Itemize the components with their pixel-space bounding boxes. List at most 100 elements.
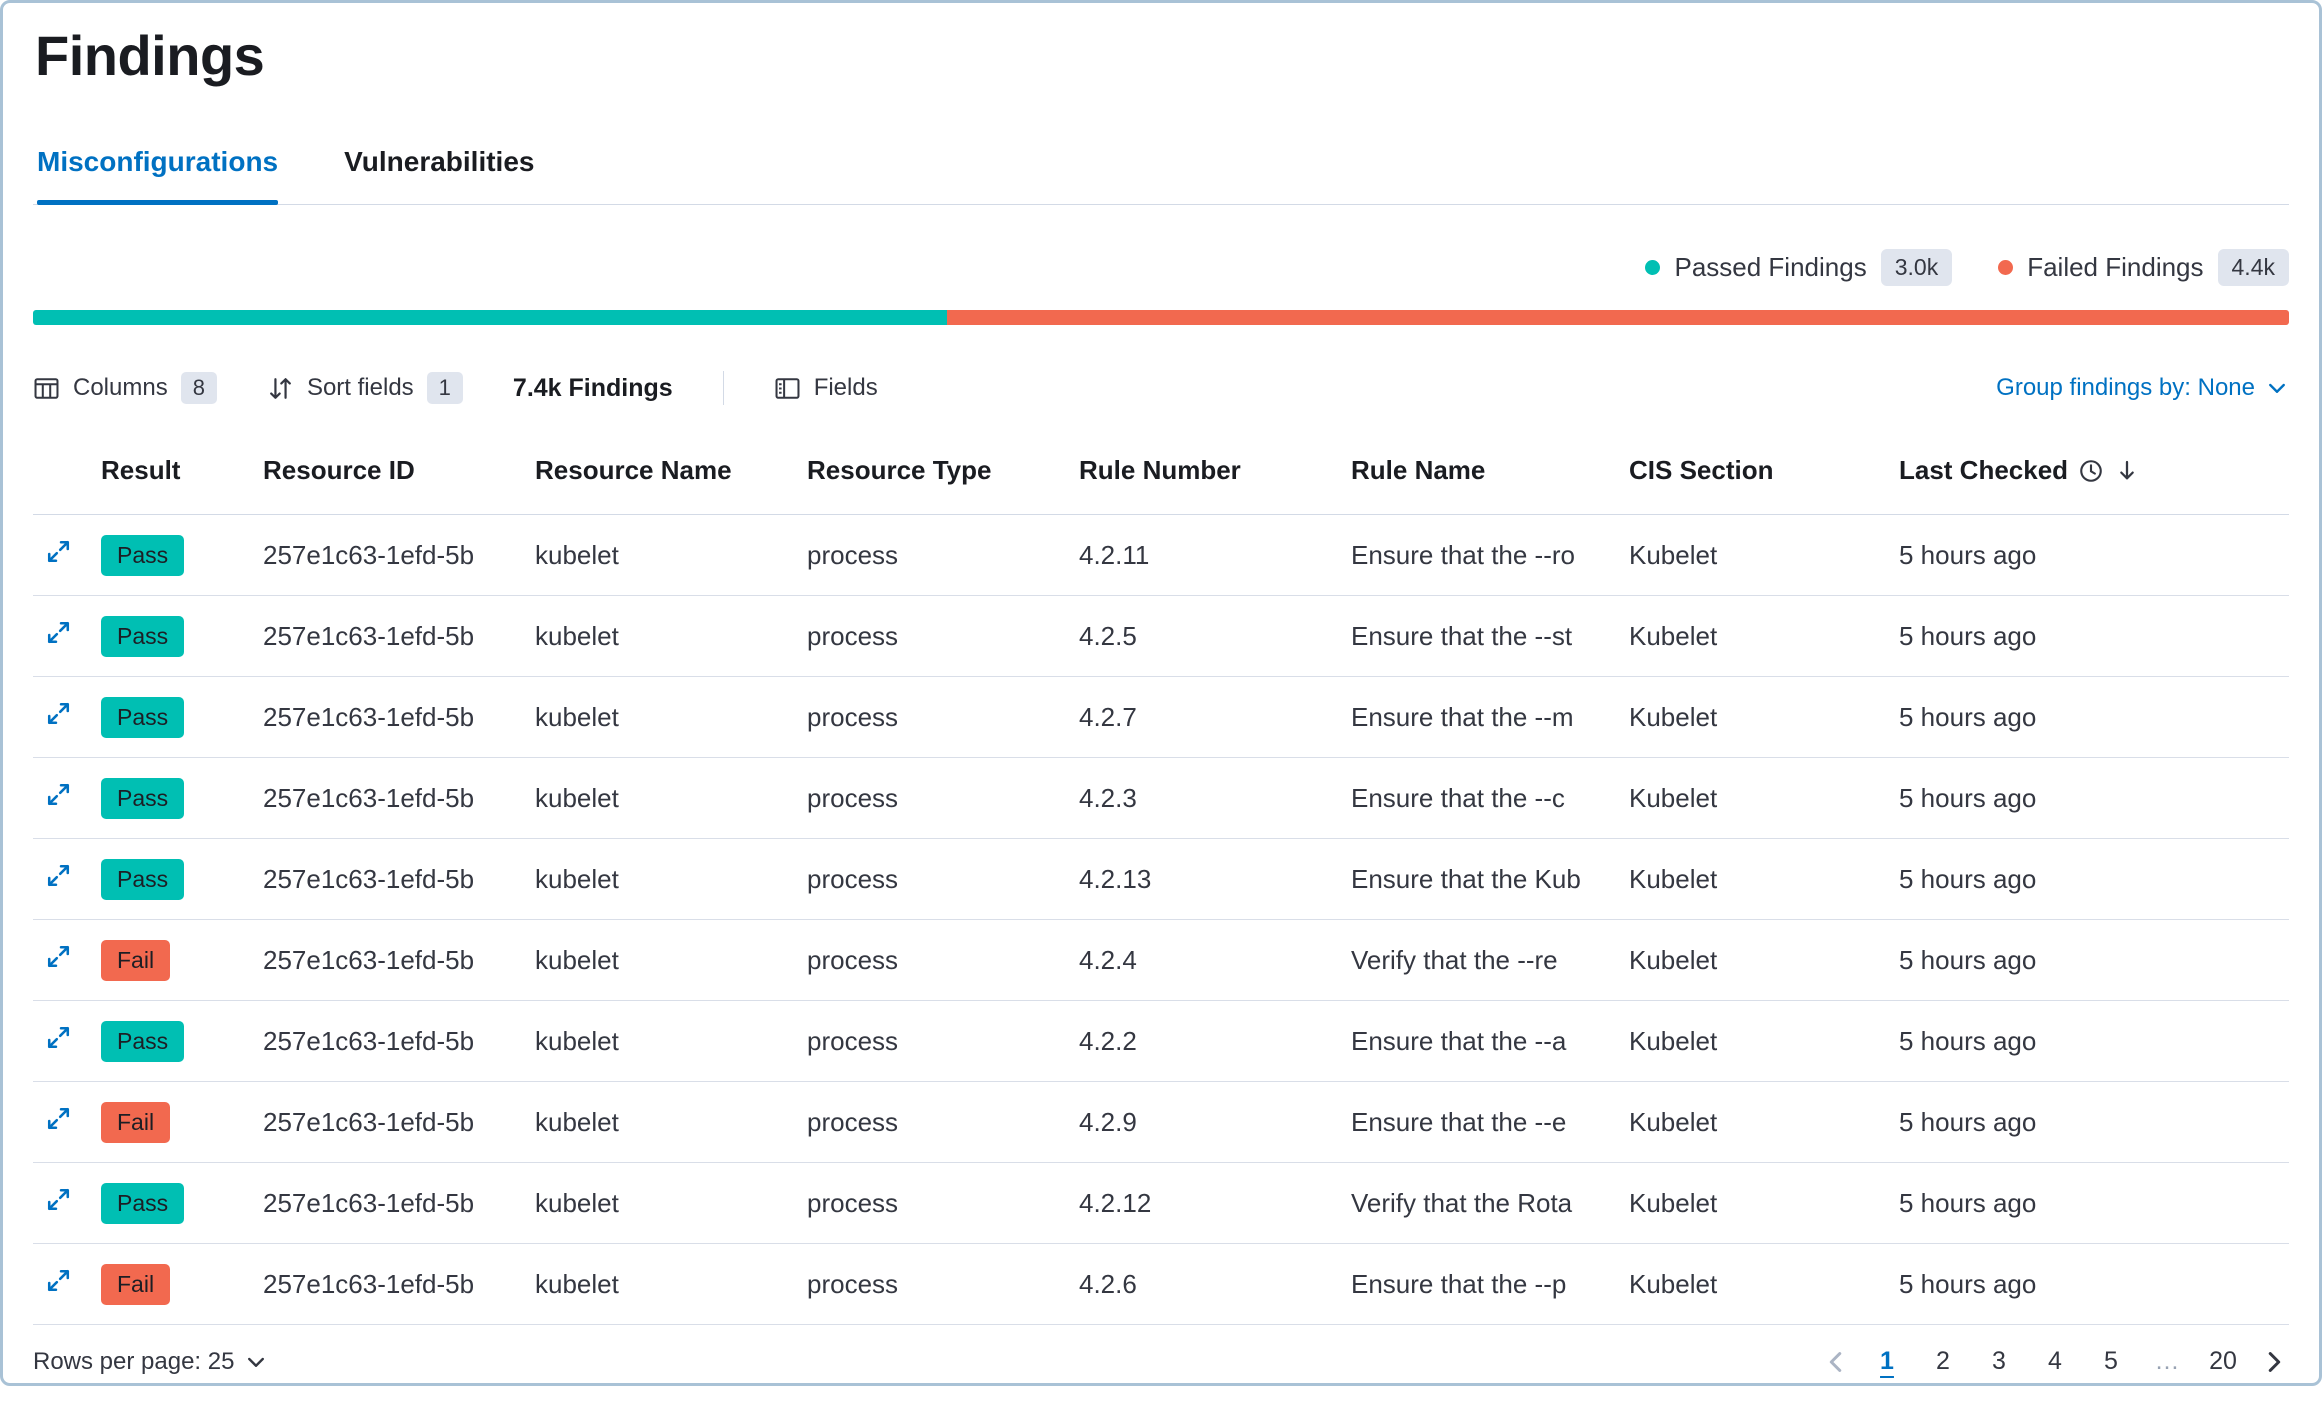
expand-row-icon[interactable] xyxy=(45,1186,72,1213)
rule-number-cell: 4.2.3 xyxy=(1067,758,1339,839)
expand-cell xyxy=(33,758,89,839)
pagination-page-5[interactable]: 5 xyxy=(2091,1341,2131,1382)
resource-name-cell: kubelet xyxy=(523,1001,795,1082)
last-checked-cell: 5 hours ago xyxy=(1887,1001,2289,1082)
failed-findings-legend: Failed Findings 4.4k xyxy=(1998,249,2289,286)
rule-number-cell: 4.2.2 xyxy=(1067,1001,1339,1082)
cis-section-cell: Kubelet xyxy=(1617,1001,1887,1082)
pagination-pages: 12345…20 xyxy=(1867,1341,2243,1382)
expand-row-icon[interactable] xyxy=(45,781,72,808)
col-header-result[interactable]: Result xyxy=(89,429,251,515)
resource-id-cell: 257e1c63-1efd-5b xyxy=(251,920,523,1001)
rows-per-page-button[interactable]: Rows per page: 25 xyxy=(33,1348,268,1376)
result-badge: Pass xyxy=(101,859,184,900)
last-checked-cell: 5 hours ago xyxy=(1887,920,2289,1001)
expand-cell xyxy=(33,839,89,920)
resource-name-cell: kubelet xyxy=(523,515,795,596)
table-row: Fail 257e1c63-1efd-5b kubelet process 4.… xyxy=(33,1082,2289,1163)
cis-section-cell: Kubelet xyxy=(1617,758,1887,839)
failed-findings-count: 4.4k xyxy=(2218,249,2289,286)
expand-row-icon[interactable] xyxy=(45,538,72,565)
result-cell: Pass xyxy=(89,677,251,758)
fields-label: Fields xyxy=(814,374,878,402)
tab-vulnerabilities[interactable]: Vulnerabilities xyxy=(344,146,534,204)
previous-page-icon[interactable] xyxy=(1821,1347,1851,1377)
last-checked-cell: 5 hours ago xyxy=(1887,839,2289,920)
resource-type-cell: process xyxy=(795,1001,1067,1082)
rule-number-cell: 4.2.9 xyxy=(1067,1082,1339,1163)
findings-table: Result Resource ID Resource Name Resourc… xyxy=(33,429,2289,1325)
result-cell: Fail xyxy=(89,920,251,1001)
table-footer: Rows per page: 25 12345…20 xyxy=(33,1325,2289,1404)
result-cell: Pass xyxy=(89,596,251,677)
columns-label: Columns xyxy=(73,374,168,402)
pagination-page-4[interactable]: 4 xyxy=(2035,1341,2075,1382)
expand-cell xyxy=(33,920,89,1001)
resource-name-cell: kubelet xyxy=(523,596,795,677)
result-badge: Pass xyxy=(101,1021,184,1062)
fields-button[interactable]: Fields xyxy=(774,374,878,402)
group-findings-by-button[interactable]: Group findings by: None xyxy=(1996,374,2289,402)
columns-button[interactable]: Columns 8 xyxy=(33,372,217,404)
result-badge: Fail xyxy=(101,940,170,981)
rule-name-cell: Ensure that the --st xyxy=(1339,596,1617,677)
sort-descending-arrow-icon xyxy=(2114,458,2140,484)
col-header-rule-name[interactable]: Rule Name xyxy=(1339,429,1617,515)
table-row: Pass 257e1c63-1efd-5b kubelet process 4.… xyxy=(33,758,2289,839)
passed-dot-icon xyxy=(1645,260,1660,275)
resource-id-cell: 257e1c63-1efd-5b xyxy=(251,596,523,677)
expand-row-icon[interactable] xyxy=(45,943,72,970)
sort-fields-button[interactable]: Sort fields 1 xyxy=(267,372,463,404)
col-header-cis-section[interactable]: CIS Section xyxy=(1617,429,1887,515)
result-cell: Pass xyxy=(89,1163,251,1244)
rule-number-cell: 4.2.6 xyxy=(1067,1244,1339,1325)
columns-grid-icon xyxy=(33,375,60,402)
result-cell: Pass xyxy=(89,515,251,596)
cis-section-cell: Kubelet xyxy=(1617,839,1887,920)
col-header-resource-name[interactable]: Resource Name xyxy=(523,429,795,515)
cis-section-cell: Kubelet xyxy=(1617,1244,1887,1325)
group-findings-by-label: Group findings by: None xyxy=(1996,374,2255,402)
next-page-icon[interactable] xyxy=(2259,1347,2289,1377)
last-checked-label: Last Checked xyxy=(1899,455,2068,486)
expand-row-icon[interactable] xyxy=(45,1024,72,1051)
pagination-page-2[interactable]: 2 xyxy=(1923,1341,1963,1382)
resource-id-cell: 257e1c63-1efd-5b xyxy=(251,515,523,596)
col-header-rule-number[interactable]: Rule Number xyxy=(1067,429,1339,515)
findings-page: Findings Misconfigurations Vulnerabiliti… xyxy=(3,3,2319,1383)
resource-type-cell: process xyxy=(795,677,1067,758)
expand-cell xyxy=(33,1163,89,1244)
result-cell: Fail xyxy=(89,1082,251,1163)
rule-name-cell: Ensure that the --e xyxy=(1339,1082,1617,1163)
result-cell: Fail xyxy=(89,1244,251,1325)
rows-per-page-label: Rows per page: 25 xyxy=(33,1348,234,1376)
resource-type-cell: process xyxy=(795,1244,1067,1325)
rule-number-cell: 4.2.7 xyxy=(1067,677,1339,758)
expand-cell xyxy=(33,515,89,596)
expand-column-header xyxy=(33,429,89,515)
col-header-resource-type[interactable]: Resource Type xyxy=(795,429,1067,515)
failed-bar-segment xyxy=(947,310,2289,325)
rule-number-cell: 4.2.4 xyxy=(1067,920,1339,1001)
col-header-resource-id[interactable]: Resource ID xyxy=(251,429,523,515)
result-badge: Pass xyxy=(101,535,184,576)
expand-row-icon[interactable] xyxy=(45,1267,72,1294)
result-badge: Fail xyxy=(101,1102,170,1143)
resource-id-cell: 257e1c63-1efd-5b xyxy=(251,1244,523,1325)
result-badge: Pass xyxy=(101,778,184,819)
expand-row-icon[interactable] xyxy=(45,862,72,889)
rule-name-cell: Ensure that the --a xyxy=(1339,1001,1617,1082)
table-toolbar: Columns 8 Sort fields 1 7.4k Findings Fi… xyxy=(33,371,2289,405)
tab-misconfigurations[interactable]: Misconfigurations xyxy=(37,146,278,204)
col-header-last-checked[interactable]: Last Checked xyxy=(1887,429,2289,515)
failed-findings-label: Failed Findings xyxy=(2027,252,2203,283)
expand-row-icon[interactable] xyxy=(45,619,72,646)
pagination-page-1[interactable]: 1 xyxy=(1867,1341,1907,1382)
rule-name-cell: Ensure that the Kub xyxy=(1339,839,1617,920)
pagination-page-3[interactable]: 3 xyxy=(1979,1341,2019,1382)
expand-row-icon[interactable] xyxy=(45,1105,72,1132)
expand-row-icon[interactable] xyxy=(45,700,72,727)
cis-section-cell: Kubelet xyxy=(1617,677,1887,758)
rule-name-cell: Verify that the --re xyxy=(1339,920,1617,1001)
pagination-page-20[interactable]: 20 xyxy=(2203,1341,2243,1382)
